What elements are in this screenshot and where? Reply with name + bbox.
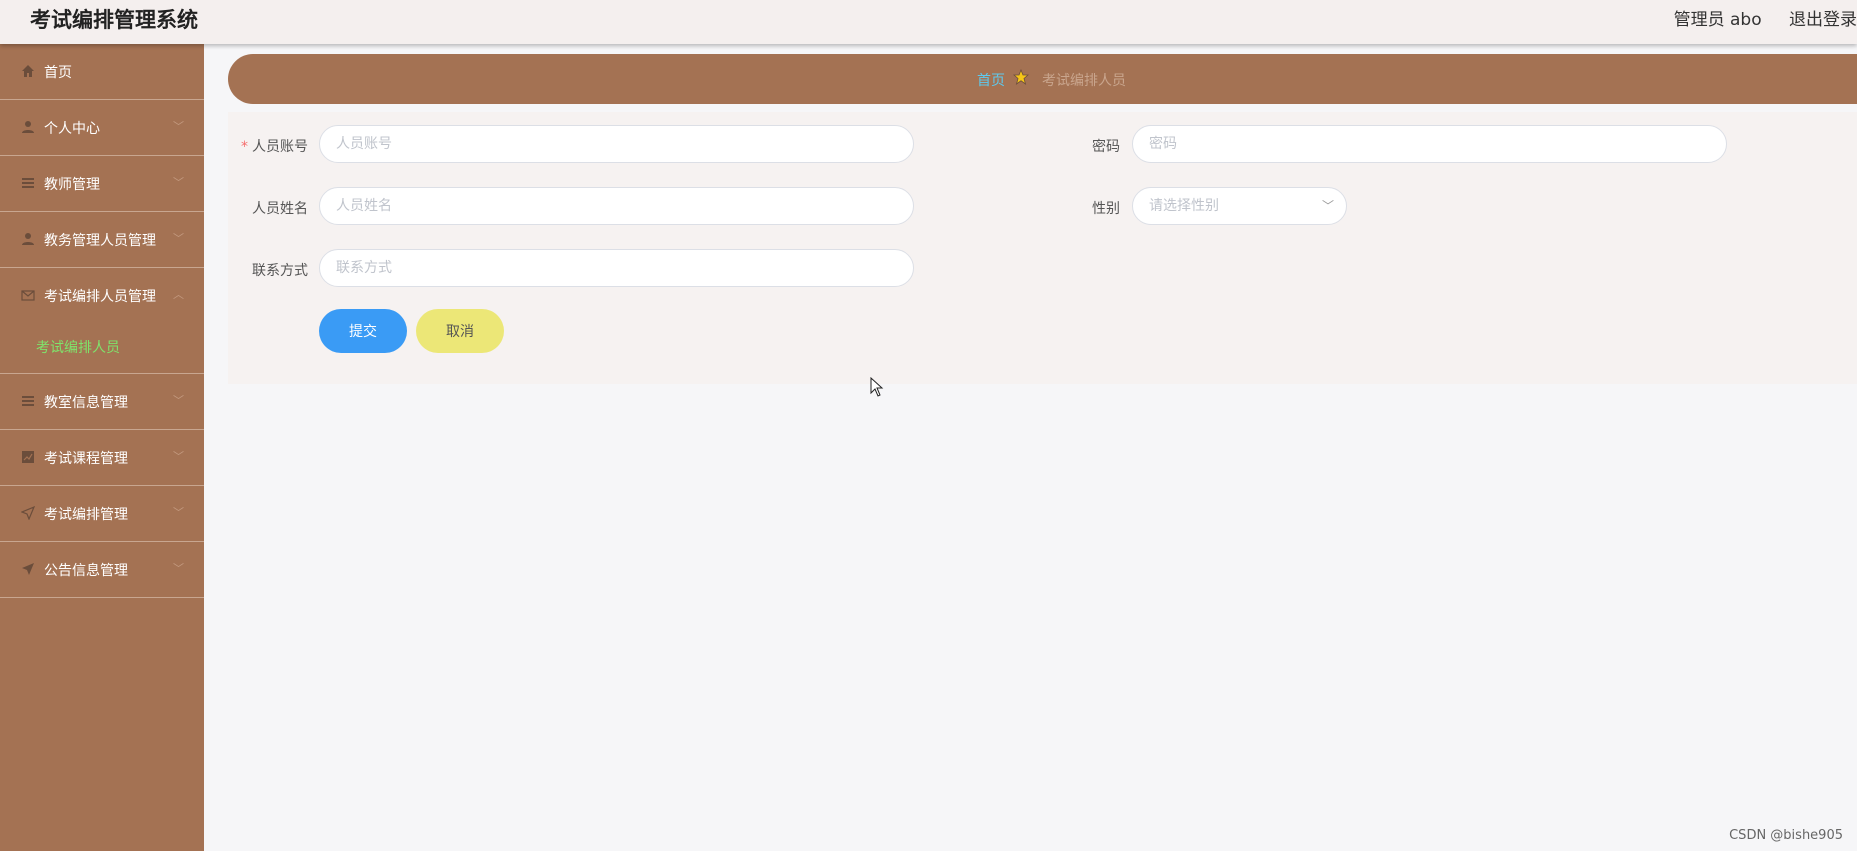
watermark: CSDN @bishe905 (1729, 828, 1843, 843)
list-icon (20, 394, 36, 410)
current-user-label: 管理员 abo (1673, 10, 1762, 30)
gender-select[interactable]: 请选择性别 ﹀ (1132, 187, 1347, 225)
mouse-cursor-icon (870, 376, 884, 402)
account-label: * 人员账号 (241, 139, 308, 155)
top-header: 考试编排管理系统 管理员 abo 退出登录 (0, 0, 1857, 44)
password-input[interactable] (1132, 125, 1727, 163)
header-actions: 管理员 abo 退出登录 (1674, 5, 1857, 30)
name-input[interactable] (319, 187, 914, 225)
chevron-up-icon: ︿ (173, 288, 184, 301)
sidebar-subitem-label[interactable]: 考试编排人员 (36, 337, 120, 357)
chevron-down-icon: ﹀ (173, 120, 184, 133)
send-icon (20, 505, 36, 522)
gender-label: 性别 (1092, 201, 1120, 217)
sidebar-item-exam-schedulers[interactable]: 考试编排人员管理 ︿ (0, 268, 204, 324)
sidebar-item-label: 考试编排管理 (44, 507, 128, 523)
mail-icon (20, 288, 36, 304)
breadcrumb-home-link[interactable]: 首页 (977, 70, 1005, 90)
chevron-down-icon: ﹀ (173, 562, 184, 575)
sidebar-item-label: 考试课程管理 (44, 451, 128, 467)
logout-link[interactable]: 退出登录 (1789, 10, 1857, 30)
required-mark: * (241, 139, 248, 155)
chart-icon (20, 450, 36, 466)
chevron-down-icon: ﹀ (173, 394, 184, 407)
list-icon (20, 176, 36, 192)
sidebar-item-label: 教室信息管理 (44, 395, 128, 411)
password-label: 密码 (1092, 139, 1120, 155)
sidebar-item-academic-staff[interactable]: 教务管理人员管理 ﹀ (0, 212, 204, 268)
home-icon (20, 64, 36, 80)
sidebar: 首页 个人中心 ﹀ 教师管理 ﹀ 教务管理人员管理 ﹀ 考试编排人员管理 ︿ 考… (0, 44, 204, 851)
user-icon (20, 232, 36, 248)
gender-select-placeholder: 请选择性别 (1149, 198, 1219, 214)
sidebar-item-teachers[interactable]: 教师管理 ﹀ (0, 156, 204, 212)
sidebar-item-label: 考试编排人员管理 (44, 289, 156, 305)
chevron-down-icon: ﹀ (173, 506, 184, 519)
chevron-down-icon: ﹀ (173, 232, 184, 245)
sidebar-item-label: 教务管理人员管理 (44, 233, 156, 249)
sidebar-item-label: 个人中心 (44, 121, 100, 137)
breadcrumb: 首页 考试编排人员 (228, 54, 1857, 104)
chevron-down-icon: ﹀ (1321, 199, 1334, 213)
sidebar-item-label: 公告信息管理 (44, 563, 128, 579)
app-title: 考试编排管理系统 (30, 8, 198, 32)
name-label: 人员姓名 (252, 201, 308, 217)
breadcrumb-current: 考试编排人员 (1042, 73, 1126, 89)
sidebar-item-profile[interactable]: 个人中心 ﹀ (0, 100, 204, 156)
user-icon (20, 120, 36, 136)
sidebar-item-announcements[interactable]: 公告信息管理 ﹀ (0, 542, 204, 598)
sidebar-subitem-exam-schedulers: 考试编排人员 (0, 324, 204, 374)
chevron-down-icon: ﹀ (173, 450, 184, 463)
chevron-down-icon: ﹀ (173, 176, 184, 189)
sidebar-item-exam-courses[interactable]: 考试课程管理 ﹀ (0, 430, 204, 486)
sidebar-item-home[interactable]: 首页 (0, 44, 204, 100)
star-icon (1012, 68, 1030, 89)
sidebar-item-label: 首页 (44, 65, 72, 81)
plane-icon (20, 562, 36, 578)
contact-input[interactable] (319, 249, 914, 287)
sidebar-item-exam-scheduling[interactable]: 考试编排管理 ﹀ (0, 486, 204, 542)
submit-button[interactable]: 提交 (319, 309, 407, 353)
cancel-button[interactable]: 取消 (416, 309, 504, 353)
sidebar-item-classrooms[interactable]: 教室信息管理 ﹀ (0, 374, 204, 430)
contact-label: 联系方式 (252, 263, 308, 279)
scheduler-form: *人员账号 密码 人员姓名 性别 请选择性别 ﹀ 联系方式 提交 取消 (228, 112, 1857, 384)
account-input[interactable] (319, 125, 914, 163)
sidebar-item-label: 教师管理 (44, 177, 100, 193)
